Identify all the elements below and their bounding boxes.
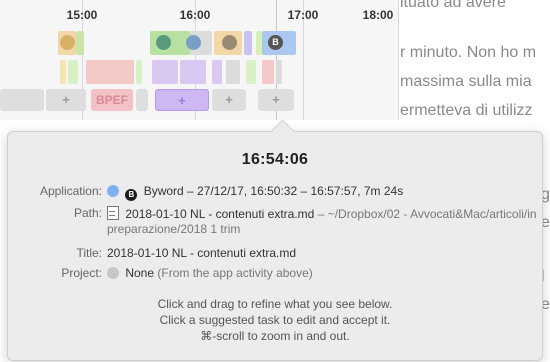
activity-block[interactable] [276, 60, 282, 84]
hint-text: Click a suggested task to edit and accep… [159, 313, 391, 327]
app-icon [156, 35, 171, 50]
timeline[interactable]: 15:00 16:00 17:00 18:00 B + BPEF + + + [0, 0, 399, 120]
app-activity-row[interactable]: B [0, 31, 398, 55]
suggested-task[interactable] [0, 89, 44, 111]
activity-block[interactable] [246, 60, 256, 84]
application-details: – 27/12/17, 16:50:32 – 16:57:57, 7m 24s [187, 184, 404, 198]
project-label: Project: [61, 266, 102, 280]
hint-text: ⌘-scroll to zoom in and out. [200, 329, 350, 343]
doc-line: massima sulla mia [400, 73, 532, 90]
application-name: Byword [143, 184, 184, 198]
doc-line: r minuto. Non ho m [400, 44, 537, 61]
hour-tick-label: 15:00 [66, 8, 98, 22]
app-icon [60, 35, 75, 50]
suggested-task[interactable]: + [212, 89, 246, 111]
document-icon [107, 206, 119, 220]
activity-block[interactable] [212, 60, 222, 84]
title-value: 2018-01-10 NL - contenuti extra.md [107, 246, 296, 260]
hour-tick-label: 16:00 [179, 8, 211, 22]
app-color-icon [107, 185, 119, 197]
popover-time: 16:54:06 [241, 151, 309, 168]
usage-hints: Click and drag to refine what you see be… [8, 296, 542, 344]
activity-block[interactable] [262, 60, 274, 84]
activity-block[interactable] [136, 60, 142, 84]
byword-app-icon: B [125, 189, 138, 201]
popover-arrow [270, 119, 295, 144]
activity-block[interactable] [86, 60, 134, 84]
activity-detail-popover: 16:54:06 Application: B Byword – 27/12/1… [7, 119, 543, 361]
activity-block[interactable] [68, 60, 78, 84]
activity-block[interactable] [180, 60, 206, 84]
suggested-tasks-row[interactable]: + BPEF + + + [0, 89, 398, 111]
app-icon [186, 35, 201, 50]
application-label: Application: [39, 184, 102, 198]
document-activity-row[interactable] [0, 60, 398, 84]
activity-block[interactable] [76, 31, 84, 55]
activity-block[interactable] [152, 60, 178, 84]
suggested-task[interactable] [136, 89, 148, 111]
byword-app-icon: B [268, 35, 283, 50]
hint-text: Click and drag to refine what you see be… [157, 297, 393, 311]
path-file: 2018-01-10 NL - contenuti extra.md [125, 207, 315, 221]
suggested-task-selected[interactable]: + [155, 89, 209, 111]
title-label: Title: [76, 246, 102, 260]
activity-block[interactable] [60, 60, 66, 84]
project-color-icon [107, 267, 119, 279]
suggested-task[interactable]: + [46, 89, 86, 111]
path-label: Path: [73, 206, 102, 220]
activity-block[interactable] [226, 60, 240, 84]
project-note: (From the app activity above) [157, 266, 313, 280]
activity-block[interactable] [244, 31, 252, 55]
app-icon [222, 35, 237, 50]
doc-line: ituato ad avere [400, 0, 506, 11]
suggested-task[interactable]: + [258, 89, 294, 111]
hour-tick-label: 18:00 [362, 8, 394, 22]
suggested-task-bpef[interactable]: BPEF [91, 89, 133, 111]
hour-tick-label: 17:00 [287, 8, 319, 22]
project-value: None [125, 266, 155, 280]
doc-line: ermetteva di utilizz [400, 102, 533, 119]
